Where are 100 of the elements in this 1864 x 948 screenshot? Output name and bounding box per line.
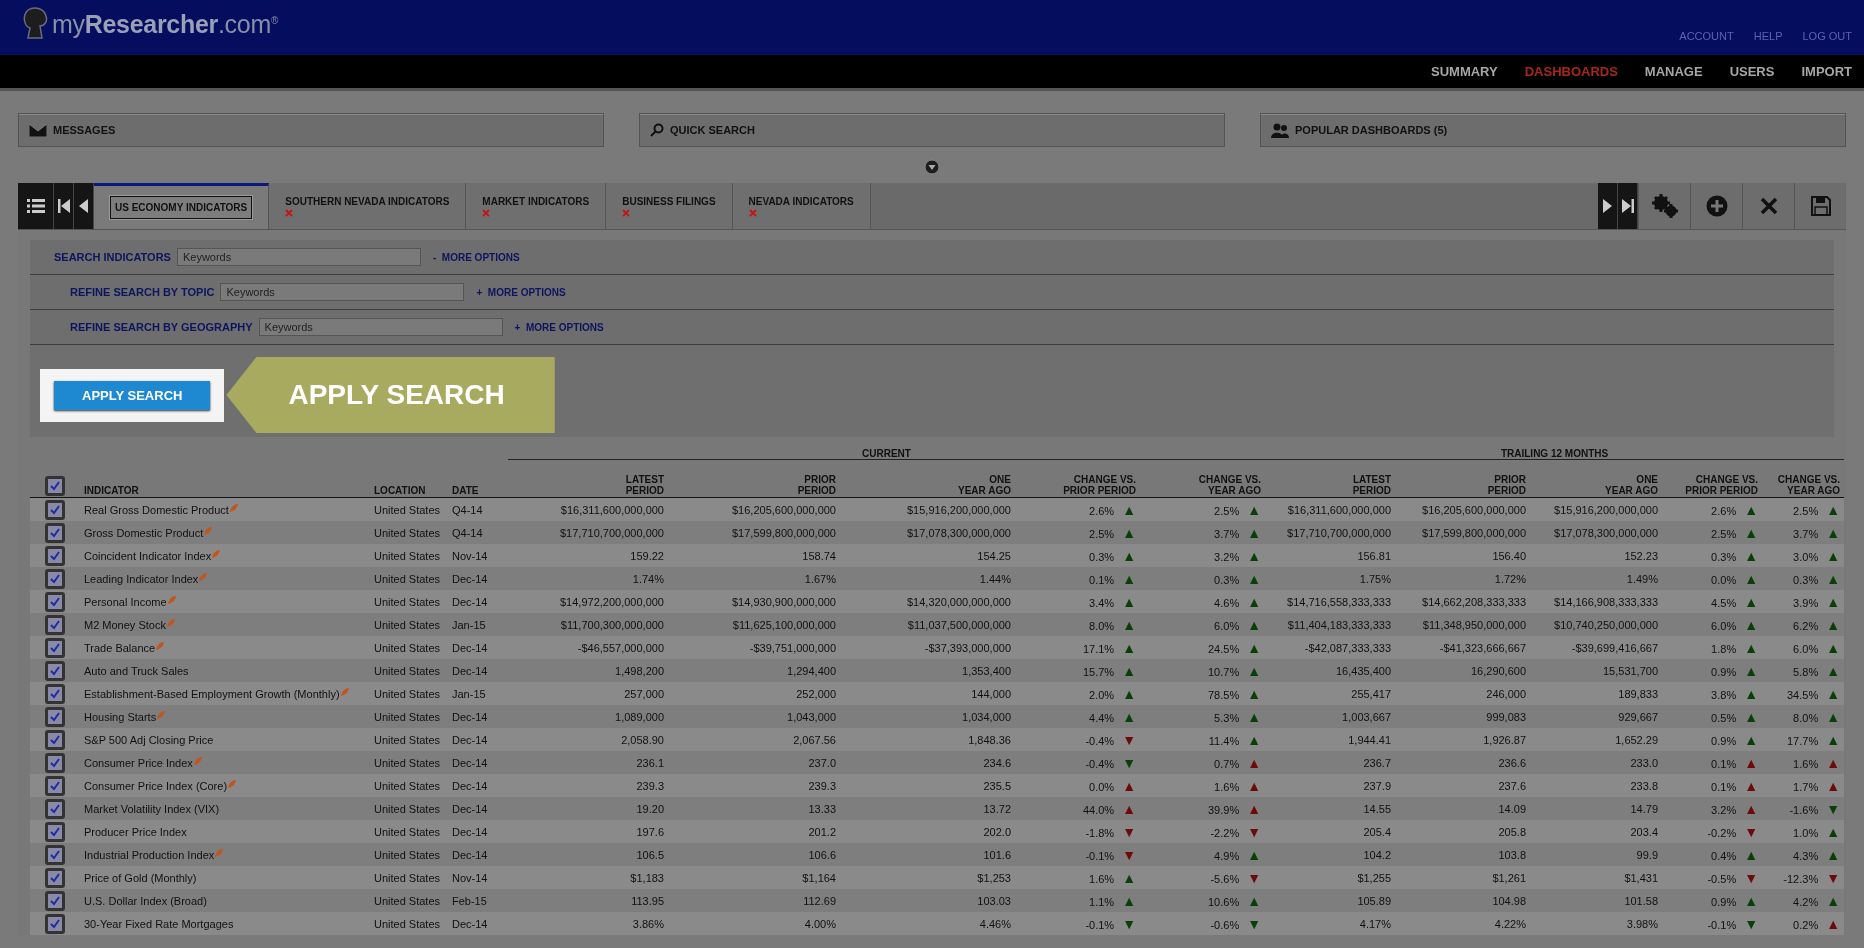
row-checkbox[interactable] [45,568,65,589]
indicator-link[interactable]: Trade Balance [84,641,156,654]
indicator-link[interactable]: Personal Income [84,595,167,608]
change-value: 3.0% [1793,550,1819,563]
select-all-checkbox[interactable] [45,476,65,496]
change-value: 1.6% [1089,872,1115,885]
row-checkbox[interactable] [45,729,65,750]
row-checkbox[interactable] [45,683,65,704]
left-triangle-icon [79,199,88,213]
trend-arrow: ▲ [1122,662,1136,679]
brand-logo[interactable]: myResearcher.com$^{®}$ [52,9,278,39]
table-cell: 104.2 [1363,848,1392,861]
table-cell: 156.81 [1357,549,1392,562]
more-options-link[interactable]: + MORE OPTIONS [476,286,566,298]
row-checkbox[interactable] [45,660,65,681]
dashboard-tab[interactable]: US ECONOMY INDICATORS [94,183,270,229]
panel-button[interactable]: MESSAGES [18,113,604,147]
tab-label: US ECONOMY INDICATORS [110,196,253,219]
previous-button[interactable] [74,183,94,229]
trend-arrow: ▲ [1826,501,1841,518]
trend-arrow: ▲ [1826,616,1841,633]
dashboard-tab[interactable]: BUSINESS FILINGS [606,183,733,229]
trend-arrow: ▲ [1122,708,1136,725]
last-button[interactable] [1618,183,1638,229]
nav-tab[interactable]: IMPORT [1801,64,1852,79]
indicator-link[interactable]: M2 Money Stock [84,618,166,631]
change-value: -12.3% [1783,872,1819,885]
trend-arrow: ▲ [1247,777,1262,794]
row-checkbox[interactable] [45,522,65,543]
table-cell: 144,000 [971,687,1011,700]
trend-arrow: ▲ [1122,777,1136,794]
table-cell: 156.40 [1492,549,1527,562]
first-button[interactable] [54,183,74,229]
row-checkbox[interactable] [45,545,65,566]
table-cell: 1,652.29 [1615,733,1659,746]
change-value: 2.5% [1089,527,1115,540]
row-checkbox[interactable] [45,706,65,727]
check-icon [50,504,60,515]
list-button[interactable] [18,183,54,229]
table-cell: 1.44% [979,572,1011,585]
row-checkbox[interactable] [45,890,65,911]
next-button[interactable] [1598,183,1618,229]
trend-arrow: ▲ [1826,547,1841,564]
panel-button[interactable]: QUICK SEARCH [639,113,1225,147]
table-cell: 201.2 [808,825,836,838]
trend-arrow: ▲ [1826,685,1841,702]
utility-link[interactable]: LOG OUT [1802,30,1852,42]
row-checkbox[interactable] [45,844,65,865]
indicator-link[interactable]: Housing Starts [84,710,157,723]
row-checkbox[interactable] [45,752,65,773]
row-checkbox[interactable] [45,637,65,658]
utility-link[interactable]: HELP [1753,30,1783,42]
dashboard-tab[interactable]: NEVADA INDICATORS [732,183,871,229]
apply-search-button[interactable]: APPLY SEARCH [54,380,211,410]
more-options-link[interactable]: + MORE OPTIONS [514,321,604,333]
trend-arrow: ▲ [1122,616,1136,633]
check-icon [50,826,60,837]
row-checkbox[interactable] [45,775,65,796]
nav-tab[interactable]: MANAGE [1644,64,1703,79]
row-checkbox[interactable] [45,867,65,888]
table-cell: -$46,557,000,000 [577,641,664,654]
dashboard-tab[interactable]: SOUTHERN NEVADA INDICATORS [269,183,467,229]
table-cell: 237.6 [1498,779,1527,792]
table-cell: United States [374,664,441,677]
expand-toggle-icon[interactable] [924,159,940,175]
row-checkbox[interactable] [45,499,65,520]
table-cell: 246,000 [1486,687,1527,700]
trend-arrow: ▲ [1247,593,1262,610]
trend-arrow: ▲ [1247,524,1262,541]
table-cell: 1,498,200 [615,664,664,677]
trend-arrow: ▲ [1247,501,1262,518]
row-checkbox[interactable] [45,798,65,819]
trend-arrow: ▲ [1122,800,1136,817]
keywords-field[interactable]: Keywords [220,283,465,301]
table-cell: Jan-15 [452,687,486,700]
more-options-link[interactable]: - MORE OPTIONS [432,251,520,263]
change-value: 0.0% [1089,780,1115,793]
table-cell: $16,205,600,000,000 [1422,503,1527,516]
dashboard-tab[interactable]: MARKET INDICATORS [466,183,607,229]
row-checkbox[interactable] [45,591,65,612]
table-cell: United States [374,687,441,700]
change-value: 6.2% [1793,619,1819,632]
keywords-field[interactable]: Keywords [176,248,421,266]
row-checkbox[interactable] [45,821,65,842]
trend-arrow: ▲ [1247,639,1262,656]
keywords-field[interactable]: Keywords [258,318,503,336]
panel-button[interactable]: POPULAR DASHBOARDS (5) [1260,113,1846,147]
nav-tab[interactable]: SUMMARY [1431,64,1498,79]
row-checkbox[interactable] [45,913,65,934]
nav-tab[interactable]: USERS [1729,64,1775,79]
trend-arrow: ▲ [1826,593,1841,610]
table-cell: 103.8 [1498,848,1527,861]
change-value: 1.0% [1793,826,1819,839]
table-cell: 205.4 [1363,825,1392,838]
row-checkbox[interactable] [45,614,65,635]
table-cell: 152.23 [1624,549,1659,562]
nav-tab[interactable]: DASHBOARDS [1524,64,1618,79]
utility-link[interactable]: ACCOUNT [1679,30,1734,42]
table-cell: 14.09 [1498,802,1527,815]
check-icon [50,734,60,745]
